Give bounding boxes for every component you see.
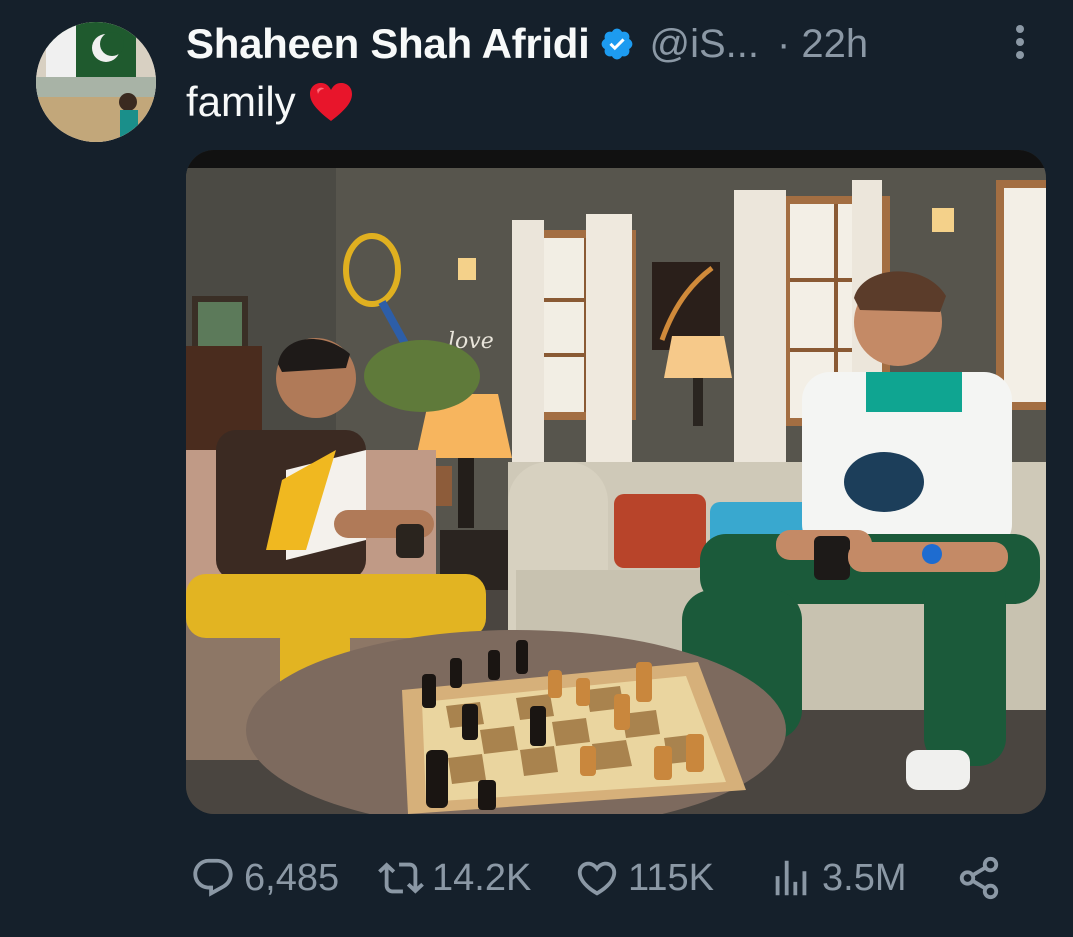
like-count: 115K (628, 856, 714, 899)
retweet-button[interactable]: 14.2K (378, 850, 531, 906)
author-display-name[interactable]: Shaheen Shah Afridi (186, 20, 590, 68)
verified-badge-icon (599, 26, 635, 62)
share-icon (959, 856, 999, 900)
reply-button[interactable]: 6,485 (190, 850, 339, 906)
views-button[interactable]: 3.5M (768, 850, 906, 906)
reply-count: 6,485 (244, 856, 340, 899)
tweet-text: family (186, 78, 354, 126)
author-avatar[interactable] (36, 22, 156, 142)
like-button[interactable]: 115K (574, 850, 714, 906)
tweet-media-image[interactable]: love (186, 150, 1046, 814)
tweet-timestamp[interactable]: · 22h (777, 22, 868, 67)
heart-icon (577, 861, 617, 896)
author-handle[interactable]: @iS... (649, 22, 759, 67)
tweet-action-bar: 6,485 14.2K 115K 3.5M (186, 850, 1046, 906)
more-icon[interactable] (1005, 22, 1035, 62)
retweet-icon (378, 862, 424, 894)
views-icon (775, 860, 807, 896)
tweet-text-content: family (186, 78, 296, 125)
retweet-count: 14.2K (432, 856, 532, 899)
reply-icon (193, 858, 233, 897)
share-button[interactable] (956, 850, 1010, 906)
tweet-header: Shaheen Shah Afridi @iS... · 22h (186, 18, 1046, 70)
heart-emoji-icon (308, 81, 354, 123)
views-count: 3.5M (822, 856, 907, 899)
